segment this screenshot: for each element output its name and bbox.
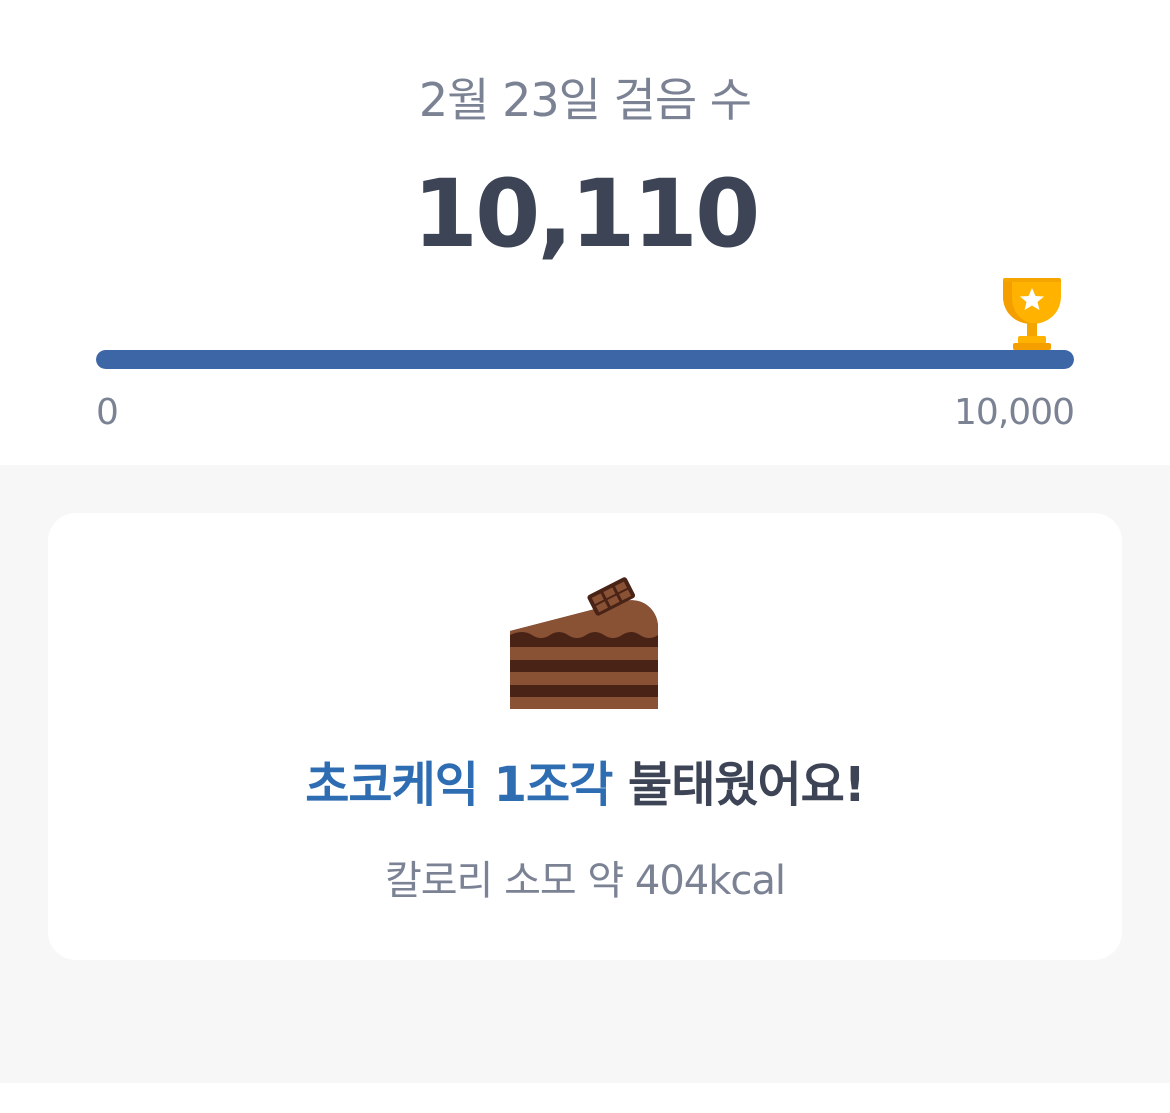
calorie-card: 초코케익 1조각 불태웠어요! 칼로리 소모 약 404kcal: [48, 513, 1122, 960]
trophy-base: [1013, 343, 1051, 350]
steps-summary-section: 2월 23일 걸음 수 10,110 0 10,000: [0, 0, 1170, 465]
cake-layer-3: [510, 697, 658, 709]
progress-min-label: 0: [96, 392, 119, 433]
steps-progress-fill: [96, 350, 1074, 369]
cake-layer-2: [510, 672, 658, 685]
burn-suffix: 불태웠어요!: [612, 757, 866, 813]
cake-layer-1: [510, 647, 658, 660]
calorie-text: 칼로리 소모 약 404kcal: [384, 858, 786, 904]
calorie-section: 초코케익 1조각 불태웠어요! 칼로리 소모 약 404kcal: [0, 465, 1170, 1083]
trophy-icon: [1000, 278, 1064, 354]
trophy-neck: [1018, 336, 1046, 344]
trophy-svg: [1003, 278, 1061, 350]
trophy-stem: [1027, 323, 1037, 337]
chocolate-cake-icon: [508, 575, 662, 711]
burn-message: 초코케익 1조각 불태웠어요!: [48, 753, 1122, 817]
cake-svg: [510, 577, 658, 709]
cake-frosting: [510, 600, 658, 638]
steps-progress-bar: [96, 350, 1074, 369]
steps-date-title: 2월 23일 걸음 수: [418, 73, 752, 127]
food-name: 초코케익 1조각: [305, 757, 613, 813]
steps-count: 10,110: [412, 160, 761, 269]
progress-max-label: 10,000: [954, 392, 1075, 433]
